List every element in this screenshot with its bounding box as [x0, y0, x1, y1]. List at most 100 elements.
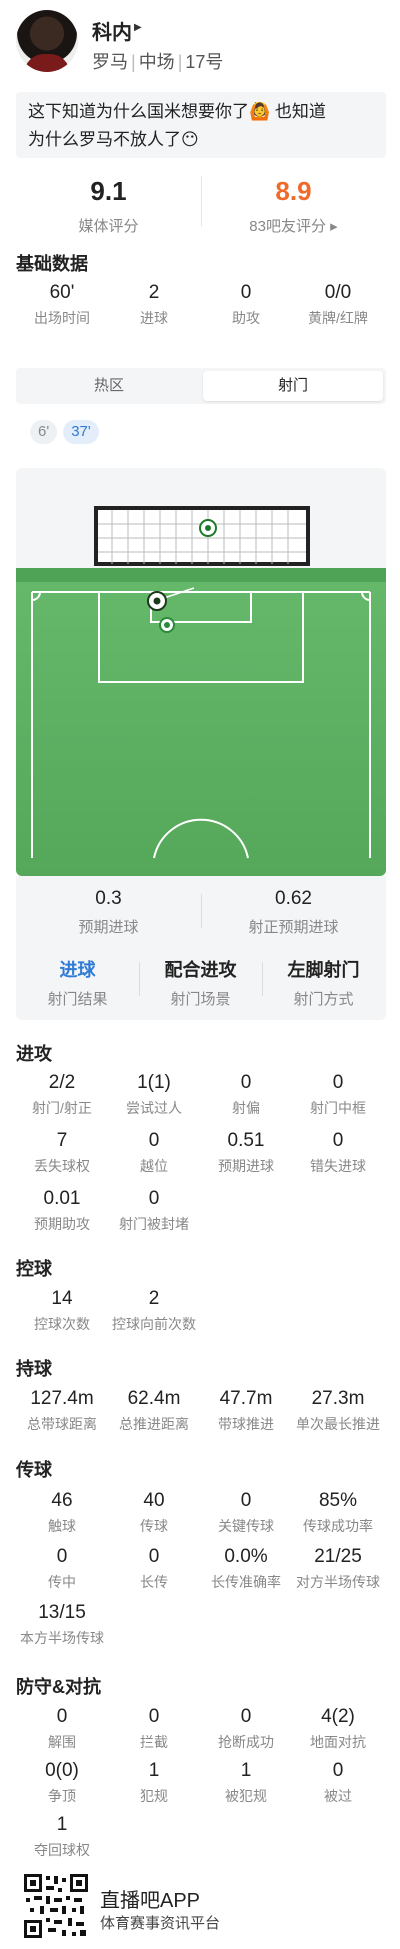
stat-value: 85% — [318, 1490, 358, 1511]
stat-value: 47.7m — [219, 1388, 273, 1409]
stat-label: 预期进球 — [218, 1158, 274, 1174]
stat-value: 7 — [56, 1130, 68, 1151]
xg-item: 0.3 预期进球 — [16, 888, 201, 937]
attack-title: 进攻 — [16, 1044, 52, 1064]
shot-result-value: 进球 — [59, 960, 96, 980]
carry-title: 持球 — [16, 1359, 52, 1379]
stat-cell: 0 长传 — [108, 1546, 200, 1592]
stat-cell: 0 解围 — [16, 1706, 108, 1752]
stat-label: 黄牌/红牌 — [308, 310, 368, 326]
stat-value: 1 — [240, 1760, 252, 1781]
stat-label: 长传准确率 — [211, 1574, 281, 1590]
stat-value: 46 — [51, 1490, 73, 1511]
stat-label: 犯规 — [140, 1788, 168, 1804]
tab-heatmap[interactable]: 热区 — [19, 371, 199, 401]
stat-label: 射偏 — [232, 1100, 260, 1116]
defense-grid: 0 解围 0 拦截 0 抢断成功 4(2) 地面对抗 0(0) 争顶 1 犯规 1 被犯规 0… — [16, 1706, 386, 1866]
fan-rating[interactable]: 8.9 83吧友评分 ▸ — [201, 168, 386, 236]
pitch — [16, 568, 386, 876]
stat-label: 传球 — [140, 1518, 168, 1534]
shot-chip-2[interactable]: 37' — [63, 420, 99, 444]
stat-cell: 62.4m 总推进距离 — [108, 1388, 200, 1434]
stat-cell: 40 传球 — [108, 1490, 200, 1536]
ball-icon[interactable] — [198, 518, 218, 538]
qr-code-icon[interactable] — [22, 1872, 90, 1940]
stat-value: 21/25 — [314, 1546, 362, 1567]
carry-grid: 127.4m 总带球距离 62.4m 总推进距离 47.7m 带球推进 27.3m 单次… — [16, 1388, 386, 1444]
stat-value: 1 — [56, 1814, 68, 1835]
stat-value: 2 — [148, 1288, 160, 1309]
stat-value: 0.0% — [224, 1546, 268, 1567]
shot-details: 0.3 预期进球 0.62 射正预期进球 进球 射门结果 配合进攻 射门场景 左… — [16, 876, 386, 1020]
stat-cell: 0.0% 长传准确率 — [200, 1546, 292, 1592]
player-name[interactable]: 科内 — [92, 16, 132, 45]
stat-label: 触球 — [48, 1518, 76, 1534]
stat-value: 0 — [148, 1188, 160, 1209]
stat-cell: 0 关键传球 — [200, 1490, 292, 1536]
fan-rating-label[interactable]: 83吧友评分 ▸ — [201, 215, 386, 236]
stat-cell: 127.4m 总带球距离 — [16, 1388, 108, 1434]
stat-cell: 0 拦截 — [108, 1706, 200, 1752]
stat-value: 27.3m — [311, 1388, 365, 1409]
shot-type: 左脚射门 射门方式 — [262, 956, 385, 1009]
footer-tagline: 体育赛事资讯平台 — [100, 1915, 221, 1932]
stat-cell: 13/15 本方半场传球 — [16, 1602, 108, 1648]
stat-cell: 1 夺回球权 — [16, 1814, 108, 1860]
shot-chip-1[interactable]: 6' — [30, 420, 58, 444]
xg-value: 0.3 — [95, 888, 122, 909]
stat-label: 被犯规 — [225, 1788, 267, 1804]
stat-cell: 0 助攻 — [200, 282, 292, 328]
control-title: 控球 — [16, 1259, 52, 1279]
stat-label: 拦截 — [140, 1734, 168, 1750]
defense-title: 防守&对抗 — [16, 1677, 101, 1697]
shot-icon[interactable] — [158, 616, 176, 634]
stat-value: 0 — [240, 1706, 252, 1727]
view-tabs: 热区 射门 — [16, 368, 386, 404]
stat-label: 单次最长推进 — [296, 1416, 380, 1432]
stat-value: 0 — [332, 1072, 344, 1093]
stat-value: 13/15 — [38, 1602, 86, 1623]
stat-cell: 21/25 对方半场传球 — [292, 1546, 384, 1592]
stat-value: 0.51 — [227, 1130, 265, 1151]
shot-time-chips: 6' 37' — [30, 420, 105, 446]
stat-value: 0 — [240, 1490, 252, 1511]
stat-cell: 1 犯规 — [108, 1760, 200, 1806]
stat-label: 地面对抗 — [310, 1734, 366, 1750]
quote-line-1: 这下知道为什么国米想要你了🙆 也知道 — [28, 102, 326, 121]
xgot-label: 射正预期进球 — [248, 919, 339, 936]
stat-value: 60' — [49, 282, 75, 303]
stat-cell: 0 射门被封堵 — [108, 1188, 200, 1234]
player-number: 17号 — [185, 52, 224, 72]
stat-cell: 1 被犯规 — [200, 1760, 292, 1806]
stat-cell: 14 控球次数 — [16, 1288, 108, 1334]
stat-label: 射门中框 — [310, 1100, 366, 1116]
stat-label: 越位 — [140, 1158, 168, 1174]
player-meta: 罗马 | 中场 | 17号 — [92, 52, 224, 72]
stat-value: 1 — [148, 1760, 160, 1781]
shot-goal-icon[interactable] — [146, 590, 168, 612]
player-position: 中场 — [138, 52, 175, 72]
stat-cell: 7 丢失球权 — [16, 1130, 108, 1176]
shot-situation-value: 配合进攻 — [164, 960, 237, 980]
media-rating-label: 媒体评分 — [78, 218, 139, 235]
stat-label: 射门/射正 — [32, 1100, 92, 1116]
stat-value: 0 — [332, 1760, 344, 1781]
xg-label: 预期进球 — [78, 919, 139, 936]
stat-cell: 0 抢断成功 — [200, 1706, 292, 1752]
stat-label: 控球向前次数 — [112, 1316, 196, 1332]
chevron-right-icon[interactable]: ▶ — [134, 22, 142, 33]
player-avatar[interactable] — [16, 10, 78, 72]
player-header: 科内 ▶ 罗马 | 中场 | 17号 — [0, 0, 400, 86]
stat-cell: 2/2 射门/射正 — [16, 1072, 108, 1118]
tab-shots[interactable]: 射门 — [203, 371, 383, 401]
stat-label: 传球成功率 — [303, 1518, 373, 1534]
stat-cell: 0 越位 — [108, 1130, 200, 1176]
stat-label: 争顶 — [48, 1788, 76, 1804]
stat-label: 本方半场传球 — [20, 1630, 104, 1646]
fan-rating-value: 8.9 — [275, 176, 312, 206]
passing-grid: 46 触球 40 传球 0 关键传球 85% 传球成功率 0 传中 0 长传 0.0% 长传准… — [16, 1490, 386, 1660]
stat-label: 对方半场传球 — [296, 1574, 380, 1590]
pitch-lines — [16, 568, 386, 859]
stat-cell: 27.3m 单次最长推进 — [292, 1388, 384, 1434]
xgot-item: 0.62 射正预期进球 — [201, 888, 386, 937]
